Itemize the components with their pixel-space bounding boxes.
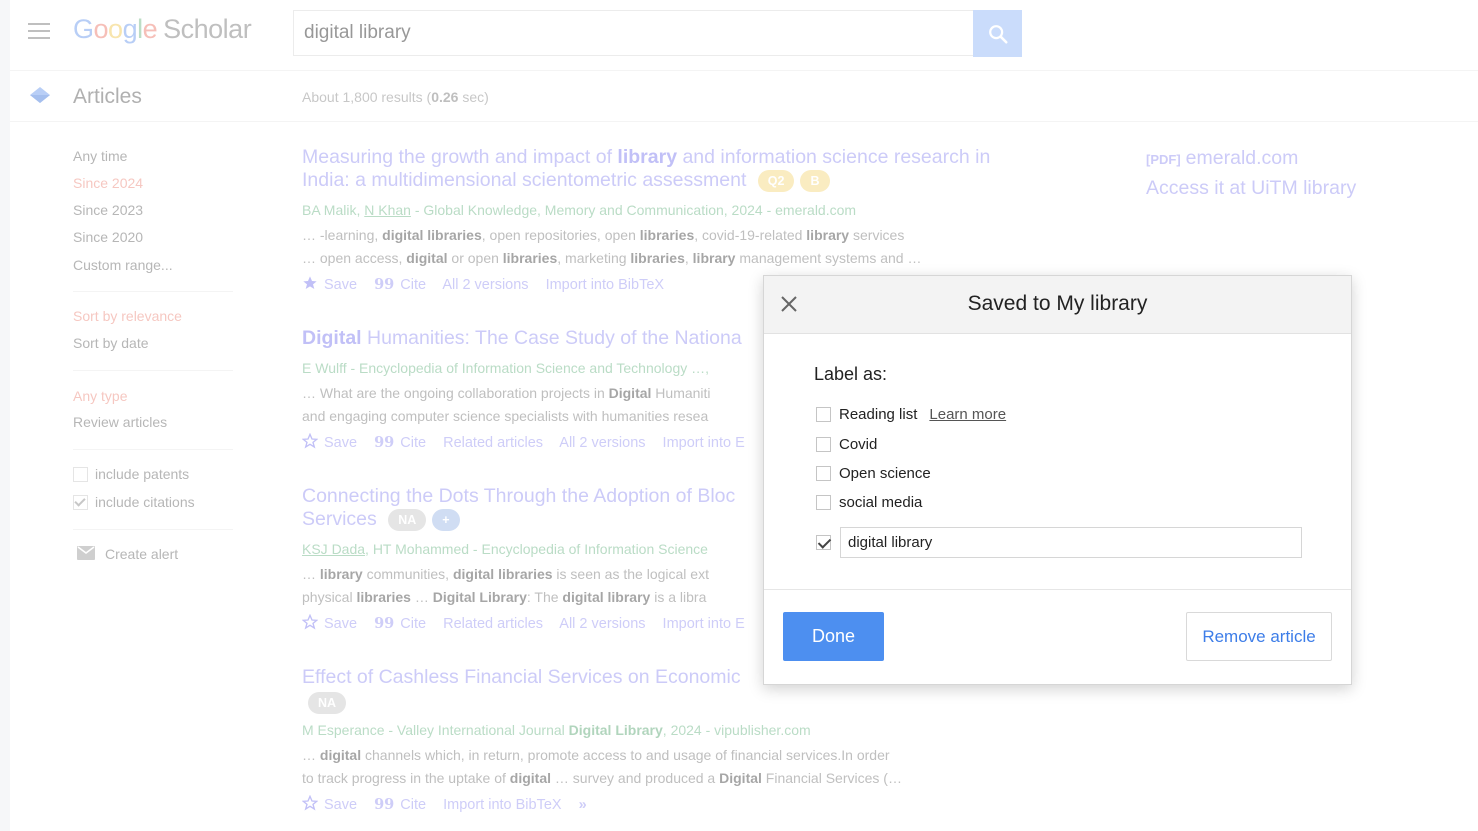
social-media-checkbox[interactable] bbox=[816, 494, 831, 510]
new-label-input[interactable] bbox=[840, 527, 1302, 558]
new-label-checkbox[interactable] bbox=[816, 534, 831, 550]
remove-article-button[interactable]: Remove article bbox=[1186, 612, 1332, 661]
dialog-header: Saved to My library bbox=[764, 276, 1351, 334]
label-option-social-media[interactable]: social media bbox=[816, 494, 922, 511]
dialog-footer-divider bbox=[764, 589, 1351, 590]
open-science-checkbox[interactable] bbox=[816, 465, 831, 481]
label-option-covid[interactable]: Covid bbox=[816, 436, 877, 453]
option-label: Open science bbox=[839, 465, 931, 482]
done-button[interactable]: Done bbox=[783, 612, 884, 661]
option-label: Covid bbox=[839, 436, 878, 453]
label-as-heading: Label as: bbox=[814, 364, 888, 384]
covid-checkbox[interactable] bbox=[816, 436, 831, 452]
reading-list-checkbox[interactable] bbox=[816, 406, 831, 422]
dialog-title: Saved to My library bbox=[967, 292, 1148, 315]
learn-more-link[interactable]: Learn more bbox=[929, 406, 1006, 423]
saved-to-library-dialog: Saved to My library Label as: Reading li… bbox=[763, 275, 1352, 685]
label-option-reading-list[interactable]: Reading list Learn more bbox=[816, 406, 1006, 423]
option-label: social media bbox=[839, 494, 923, 511]
new-label-checkbox-wrap[interactable] bbox=[816, 534, 839, 551]
option-label: Reading list bbox=[839, 406, 918, 423]
label-option-open-science[interactable]: Open science bbox=[816, 465, 931, 482]
